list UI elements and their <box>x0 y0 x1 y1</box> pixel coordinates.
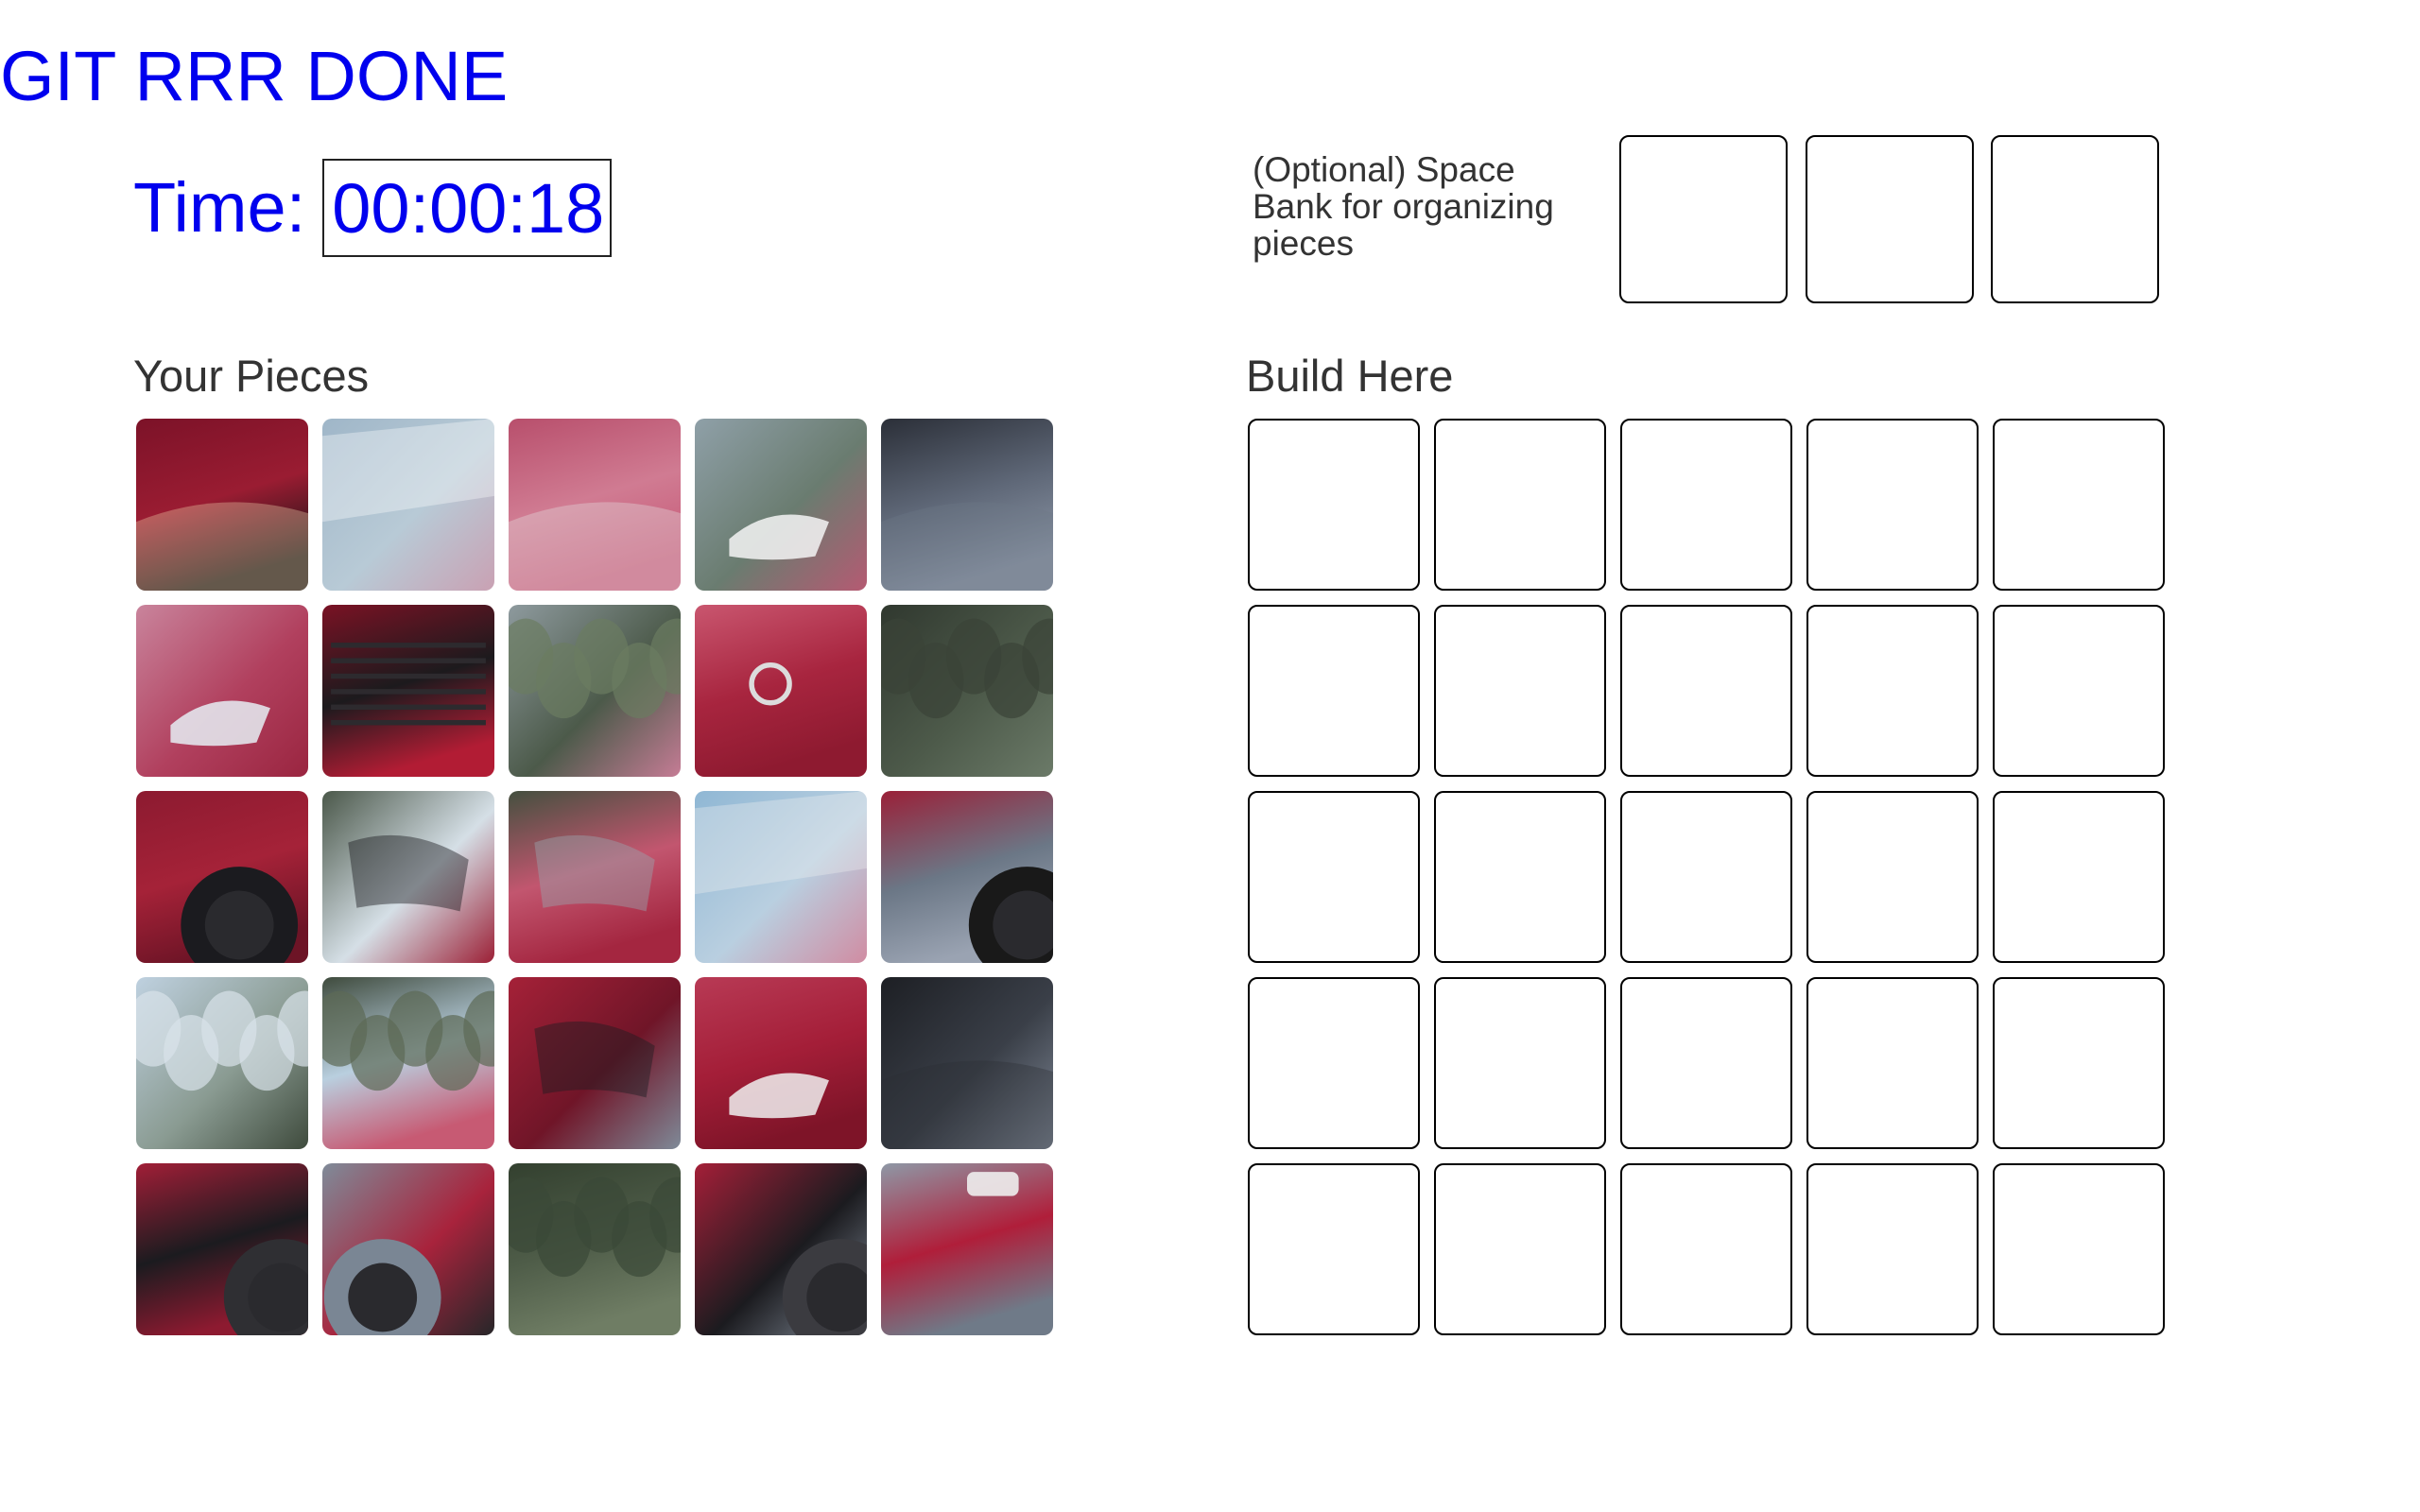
puzzle-piece[interactable] <box>136 605 308 777</box>
puzzle-piece[interactable] <box>695 1163 867 1335</box>
build-slot[interactable] <box>1434 977 1606 1149</box>
puzzle-piece[interactable] <box>136 1163 308 1335</box>
puzzle-piece-image <box>509 1163 681 1335</box>
build-slot[interactable] <box>1993 1163 2165 1335</box>
build-slot[interactable] <box>1993 977 2165 1149</box>
space-bank-label: (Optional) Space Bank for organizing pie… <box>1253 150 1554 263</box>
puzzle-piece-image <box>695 605 867 777</box>
build-slot[interactable] <box>1806 419 1979 591</box>
puzzle-piece-image <box>136 605 308 777</box>
puzzle-piece[interactable] <box>881 1163 1053 1335</box>
build-slot[interactable] <box>1248 977 1420 1149</box>
puzzle-piece-image <box>322 977 494 1149</box>
puzzle-piece[interactable] <box>322 791 494 963</box>
build-slot[interactable] <box>1806 605 1979 777</box>
puzzle-piece[interactable] <box>136 419 308 591</box>
puzzle-piece[interactable] <box>509 977 681 1149</box>
build-slot[interactable] <box>1993 419 2165 591</box>
puzzle-piece[interactable] <box>322 1163 494 1335</box>
page-title: GIT RRR DONE <box>0 37 509 115</box>
build-slot[interactable] <box>1248 791 1420 963</box>
puzzle-piece[interactable] <box>881 419 1053 591</box>
puzzle-piece[interactable] <box>881 977 1053 1149</box>
puzzle-piece-image <box>881 605 1053 777</box>
build-slot[interactable] <box>1248 1163 1420 1335</box>
puzzle-piece[interactable] <box>509 1163 681 1335</box>
build-slot[interactable] <box>1434 791 1606 963</box>
puzzle-piece[interactable] <box>322 977 494 1149</box>
puzzle-piece[interactable] <box>136 977 308 1149</box>
puzzle-piece-image <box>881 791 1053 963</box>
puzzle-piece[interactable] <box>695 419 867 591</box>
puzzle-piece-image <box>695 1163 867 1335</box>
puzzle-piece-image <box>136 1163 308 1335</box>
puzzle-piece-image <box>695 419 867 591</box>
build-slot[interactable] <box>1620 1163 1792 1335</box>
puzzle-piece-image <box>322 1163 494 1335</box>
build-slot[interactable] <box>1434 419 1606 591</box>
build-slot[interactable] <box>1993 791 2165 963</box>
build-slot[interactable] <box>1993 605 2165 777</box>
build-slot[interactable] <box>1620 977 1792 1149</box>
build-here-heading: Build Here <box>1246 351 1454 401</box>
build-slot[interactable] <box>1806 977 1979 1149</box>
build-slot[interactable] <box>1620 791 1792 963</box>
puzzle-piece[interactable] <box>695 605 867 777</box>
timer-label: Time: <box>133 168 306 247</box>
your-pieces-heading: Your Pieces <box>133 351 370 401</box>
puzzle-piece-image <box>695 791 867 963</box>
puzzle-piece-image <box>881 977 1053 1149</box>
puzzle-piece-image <box>322 791 494 963</box>
puzzle-piece-image <box>322 419 494 591</box>
build-slot[interactable] <box>1806 1163 1979 1335</box>
build-slot[interactable] <box>1620 605 1792 777</box>
build-slot[interactable] <box>1806 791 1979 963</box>
puzzle-piece-image <box>509 791 681 963</box>
puzzle-piece[interactable] <box>509 419 681 591</box>
puzzle-piece[interactable] <box>136 791 308 963</box>
puzzle-piece[interactable] <box>695 977 867 1149</box>
puzzle-piece[interactable] <box>695 791 867 963</box>
space-bank-slot[interactable] <box>1806 135 1974 303</box>
build-slot[interactable] <box>1248 605 1420 777</box>
timer-value: 00:00:18 <box>322 159 613 257</box>
puzzle-piece[interactable] <box>881 791 1053 963</box>
build-slot[interactable] <box>1620 419 1792 591</box>
build-slot[interactable] <box>1434 1163 1606 1335</box>
timer: Time: 00:00:18 <box>133 159 613 257</box>
puzzle-piece-image <box>136 791 308 963</box>
puzzle-piece-image <box>136 419 308 591</box>
puzzle-piece-image <box>509 977 681 1149</box>
build-slot[interactable] <box>1248 419 1420 591</box>
puzzle-piece-image <box>136 977 308 1149</box>
puzzle-piece-image <box>509 419 681 591</box>
space-bank-slot[interactable] <box>1991 135 2159 303</box>
puzzle-piece[interactable] <box>509 791 681 963</box>
puzzle-piece[interactable] <box>322 605 494 777</box>
puzzle-piece-image <box>881 1163 1053 1335</box>
build-slot[interactable] <box>1434 605 1606 777</box>
puzzle-piece-image <box>509 605 681 777</box>
puzzle-piece[interactable] <box>509 605 681 777</box>
puzzle-piece-image <box>322 605 494 777</box>
puzzle-piece[interactable] <box>881 605 1053 777</box>
puzzle-piece[interactable] <box>322 419 494 591</box>
puzzle-piece-image <box>881 419 1053 591</box>
space-bank-slot[interactable] <box>1619 135 1788 303</box>
puzzle-piece-image <box>695 977 867 1149</box>
